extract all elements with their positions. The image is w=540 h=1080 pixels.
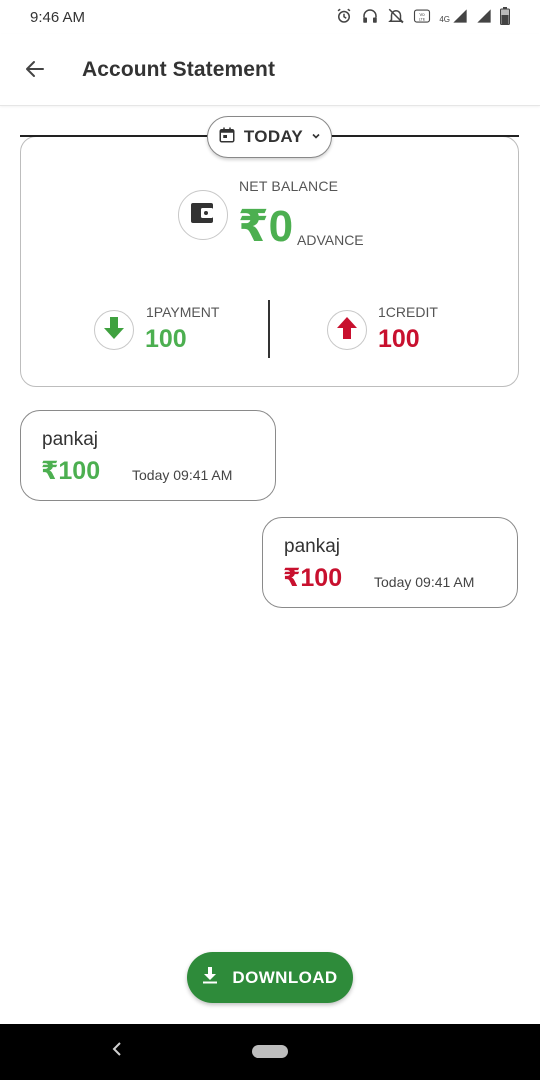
- arrow-up-icon: [336, 316, 358, 345]
- transaction-time: Today 09:41 AM: [132, 467, 233, 483]
- chevron-left-icon: [111, 1041, 123, 1062]
- headset-icon: [361, 7, 379, 25]
- wallet-icon: [190, 201, 216, 230]
- net-balance-value: ₹0: [238, 202, 294, 251]
- transaction-name: pankaj: [284, 536, 340, 557]
- wallet-icon-circle: [178, 190, 228, 240]
- alarm-icon: [335, 7, 353, 25]
- credit-total-value: 100: [378, 325, 420, 353]
- transaction-time: Today 09:41 AM: [374, 574, 475, 590]
- notifications-off-icon: [387, 7, 405, 25]
- net-balance-status: ADVANCE: [297, 232, 364, 248]
- net-balance-label: NET BALANCE: [239, 178, 339, 194]
- status-time: 9:46 AM: [30, 9, 86, 26]
- payment-count-label: 1PAYMENT: [146, 304, 220, 320]
- app-bar: Account Statement: [0, 34, 540, 106]
- nav-home-button[interactable]: [252, 1045, 288, 1058]
- transaction-item-credit[interactable]: pankaj ₹100 Today 09:41 AM: [262, 517, 518, 608]
- transaction-item-payment[interactable]: pankaj ₹100 Today 09:41 AM: [20, 410, 276, 501]
- status-bar: 9:46 AM Vo LTE 4G: [0, 0, 540, 34]
- download-button[interactable]: DOWNLOAD: [187, 952, 353, 1003]
- network-type-label: 4G: [439, 15, 450, 24]
- battery-icon: [500, 7, 510, 25]
- transaction-amount: ₹100: [283, 564, 343, 592]
- arrow-back-icon: [23, 57, 47, 86]
- credit-icon-circle: [327, 310, 367, 350]
- download-button-label: DOWNLOAD: [232, 967, 338, 987]
- date-filter-label: TODAY: [243, 127, 304, 146]
- page-title: Account Statement: [82, 58, 276, 81]
- payment-icon-circle: [94, 310, 134, 350]
- chevron-down-icon: [311, 128, 321, 146]
- date-filter-button[interactable]: TODAY: [207, 116, 332, 158]
- volte-icon: Vo LTE: [413, 7, 431, 25]
- signal-4g-icon: 4G: [439, 8, 468, 24]
- transaction-amount: ₹100: [41, 457, 101, 485]
- download-icon: [202, 966, 218, 989]
- summary-divider: [268, 300, 270, 358]
- payment-total-value: 100: [145, 325, 187, 353]
- svg-text:LTE: LTE: [419, 18, 426, 22]
- signal-icon: [476, 8, 492, 24]
- credit-count-label: 1CREDIT: [378, 304, 438, 320]
- system-nav-bar: [0, 1024, 540, 1080]
- nav-back-button[interactable]: [106, 1040, 128, 1062]
- status-icons: Vo LTE 4G: [335, 7, 510, 25]
- transaction-name: pankaj: [42, 429, 98, 450]
- back-button[interactable]: [18, 54, 52, 88]
- calendar-icon: [218, 126, 236, 149]
- svg-text:Vo: Vo: [420, 12, 426, 17]
- arrow-down-icon: [103, 316, 125, 345]
